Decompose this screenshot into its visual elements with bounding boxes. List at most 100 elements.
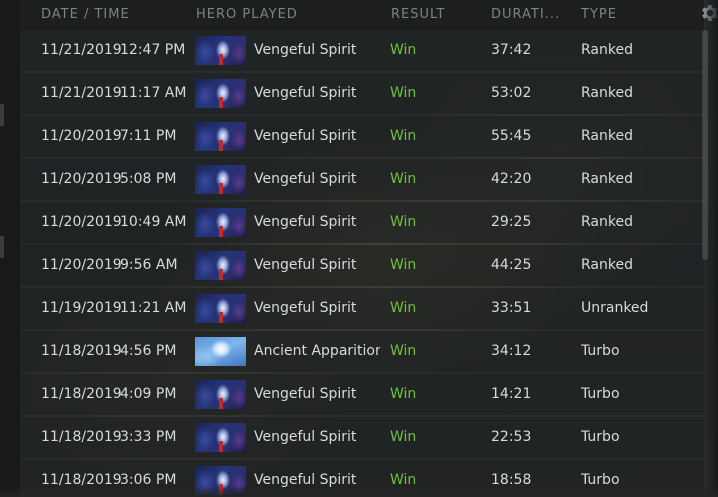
match-date: 11/21/2019 bbox=[41, 42, 122, 58]
match-row[interactable]: 11/19/2019 11:21 AM Vengeful Spirit Win 33:5… bbox=[20, 288, 704, 329]
match-result: Win bbox=[390, 386, 417, 402]
match-date: 11/20/2019 bbox=[41, 128, 122, 144]
match-date: 11/18/2019 bbox=[41, 343, 122, 359]
match-row[interactable]: 11/18/2019 3:33 PM Vengeful Spirit Win 22:53… bbox=[20, 417, 704, 458]
match-row[interactable]: 11/18/2019 4:09 PM Vengeful Spirit Win 14:21… bbox=[20, 374, 704, 415]
match-date: 11/20/2019 bbox=[41, 214, 122, 230]
match-date: 11/20/2019 bbox=[41, 257, 122, 273]
match-result: Win bbox=[390, 429, 417, 445]
vengeful-spirit-portrait-icon[interactable] bbox=[195, 208, 246, 237]
left-sidebar-edge bbox=[0, 0, 20, 497]
scrollbar-thumb[interactable] bbox=[702, 30, 708, 260]
match-date: 11/20/2019 bbox=[41, 171, 122, 187]
match-time: 5:08 PM bbox=[120, 171, 177, 187]
match-row[interactable]: 11/18/2019 3:06 PM Vengeful Spirit Win 18:58… bbox=[20, 460, 704, 497]
match-time: 10:49 AM bbox=[120, 214, 187, 230]
vengeful-spirit-portrait-icon[interactable] bbox=[195, 294, 246, 323]
match-row[interactable]: 11/20/2019 5:08 PM Vengeful Spirit Win 42:20… bbox=[20, 159, 704, 200]
hero-name[interactable]: Vengeful Spirit bbox=[254, 472, 380, 488]
match-duration: 37:42 bbox=[491, 42, 532, 58]
vengeful-spirit-portrait-icon[interactable] bbox=[195, 122, 246, 151]
hero-name[interactable]: Vengeful Spirit bbox=[254, 429, 380, 445]
match-result: Win bbox=[390, 343, 417, 359]
match-date: 11/18/2019 bbox=[41, 429, 122, 445]
match-duration: 29:25 bbox=[491, 214, 532, 230]
match-duration: 42:20 bbox=[491, 171, 532, 187]
match-type: Turbo bbox=[581, 429, 620, 445]
match-time: 12:47 PM bbox=[120, 42, 186, 58]
ancient-apparition-portrait-icon[interactable] bbox=[195, 337, 246, 366]
match-result: Win bbox=[390, 300, 417, 316]
vengeful-spirit-portrait-icon[interactable] bbox=[195, 423, 246, 452]
match-result: Win bbox=[390, 171, 417, 187]
match-duration: 33:51 bbox=[491, 300, 532, 316]
match-result: Win bbox=[390, 85, 417, 101]
match-duration: 14:21 bbox=[491, 386, 532, 402]
match-time: 4:56 PM bbox=[120, 343, 177, 359]
match-result: Win bbox=[390, 472, 417, 488]
column-header-hero-played[interactable]: HERO PLAYED bbox=[196, 7, 298, 22]
match-duration: 18:58 bbox=[491, 472, 532, 488]
match-type: Ranked bbox=[581, 128, 633, 144]
match-duration: 34:12 bbox=[491, 343, 532, 359]
match-row[interactable]: 11/20/2019 7:11 PM Vengeful Spirit Win 55:45… bbox=[20, 116, 704, 157]
match-type: Turbo bbox=[581, 343, 620, 359]
match-time: 7:11 PM bbox=[120, 128, 177, 144]
vengeful-spirit-portrait-icon[interactable] bbox=[195, 165, 246, 194]
match-duration: 55:45 bbox=[491, 128, 532, 144]
vengeful-spirit-portrait-icon[interactable] bbox=[195, 380, 246, 409]
match-date: 11/18/2019 bbox=[41, 472, 122, 488]
match-row[interactable]: 11/20/2019 9:56 AM Vengeful Spirit Win 44:25… bbox=[20, 245, 704, 286]
match-result: Win bbox=[390, 128, 417, 144]
match-type: Ranked bbox=[581, 214, 633, 230]
hero-name[interactable]: Vengeful Spirit bbox=[254, 386, 380, 402]
match-time: 11:17 AM bbox=[120, 85, 187, 101]
match-time: 3:06 PM bbox=[120, 472, 177, 488]
match-date: 11/21/2019 bbox=[41, 85, 122, 101]
match-type: Turbo bbox=[581, 472, 620, 488]
sidebar-tab-marker[interactable] bbox=[0, 236, 4, 258]
column-header-duration[interactable]: DURATI... bbox=[491, 7, 560, 22]
match-row[interactable]: 11/18/2019 4:56 PM Ancient Apparition Win 34… bbox=[20, 331, 704, 372]
match-duration: 44:25 bbox=[491, 257, 532, 273]
match-result: Win bbox=[390, 42, 417, 58]
vengeful-spirit-portrait-icon[interactable] bbox=[195, 36, 246, 65]
match-time: 11:21 AM bbox=[120, 300, 187, 316]
match-duration: 53:02 bbox=[491, 85, 532, 101]
hero-name[interactable]: Vengeful Spirit bbox=[254, 128, 380, 144]
match-time: 3:33 PM bbox=[120, 429, 177, 445]
match-date: 11/18/2019 bbox=[41, 386, 122, 402]
match-type: Ranked bbox=[581, 42, 633, 58]
match-result: Win bbox=[390, 257, 417, 273]
hero-name[interactable]: Vengeful Spirit bbox=[254, 85, 380, 101]
match-row[interactable]: 11/21/2019 11:17 AM Vengeful Spirit Win 53:0… bbox=[20, 73, 704, 114]
vengeful-spirit-portrait-icon[interactable] bbox=[195, 251, 246, 280]
match-row[interactable]: 11/21/2019 12:47 PM Vengeful Spirit Win 37:4… bbox=[20, 30, 704, 71]
hero-name[interactable]: Vengeful Spirit bbox=[254, 300, 380, 316]
hero-name[interactable]: Vengeful Spirit bbox=[254, 257, 380, 273]
match-duration: 22:53 bbox=[491, 429, 532, 445]
sidebar-tab-marker[interactable] bbox=[0, 104, 4, 126]
match-row[interactable]: 11/20/2019 10:49 AM Vengeful Spirit Win 29:2… bbox=[20, 202, 704, 243]
hero-name[interactable]: Vengeful Spirit bbox=[254, 214, 380, 230]
column-header-result[interactable]: RESULT bbox=[391, 7, 445, 22]
match-date: 11/19/2019 bbox=[41, 300, 122, 316]
vengeful-spirit-portrait-icon[interactable] bbox=[195, 79, 246, 108]
match-type: Ranked bbox=[581, 85, 633, 101]
match-history-panel: DATE / TIME HERO PLAYED RESULT DURATI...… bbox=[0, 0, 718, 497]
match-time: 9:56 AM bbox=[120, 257, 178, 273]
match-type: Turbo bbox=[581, 386, 620, 402]
hero-name[interactable]: Vengeful Spirit bbox=[254, 171, 380, 187]
match-time: 4:09 PM bbox=[120, 386, 177, 402]
column-header-date-time[interactable]: DATE / TIME bbox=[41, 7, 130, 22]
hero-name[interactable]: Ancient Apparition bbox=[254, 343, 380, 359]
table-header: DATE / TIME HERO PLAYED RESULT DURATI...… bbox=[20, 0, 718, 30]
match-type: Ranked bbox=[581, 171, 633, 187]
vengeful-spirit-portrait-icon[interactable] bbox=[195, 466, 246, 495]
match-result: Win bbox=[390, 214, 417, 230]
hero-name[interactable]: Vengeful Spirit bbox=[254, 42, 380, 58]
column-header-type[interactable]: TYPE bbox=[581, 7, 617, 22]
match-type: Unranked bbox=[581, 300, 649, 316]
match-type: Ranked bbox=[581, 257, 633, 273]
match-list: 11/21/2019 12:47 PM Vengeful Spirit Win 37:4… bbox=[20, 30, 704, 497]
